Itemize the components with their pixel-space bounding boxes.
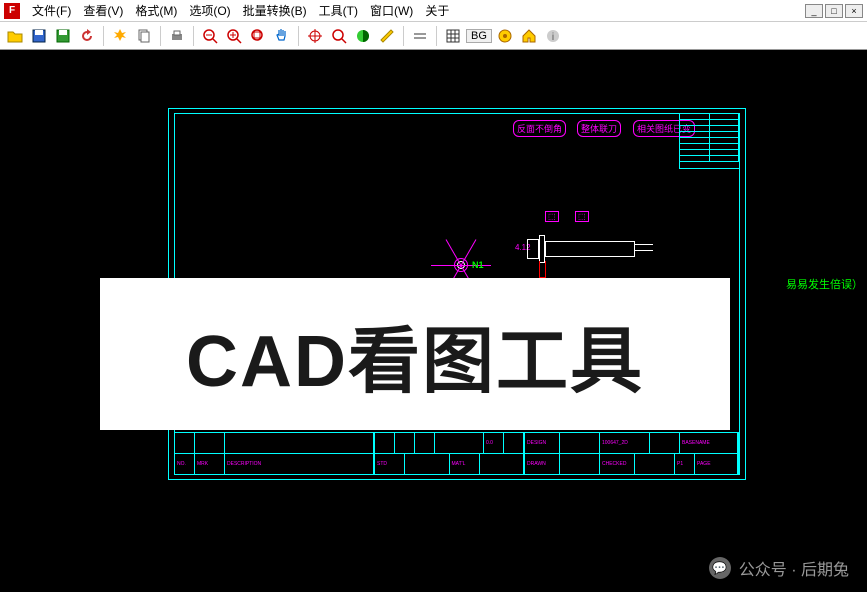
svg-text:i: i: [552, 32, 554, 43]
saveas-icon[interactable]: [52, 25, 74, 47]
region-icon[interactable]: [352, 25, 374, 47]
line-icon[interactable]: [409, 25, 431, 47]
menu-format[interactable]: 格式(M): [129, 2, 183, 19]
zoom-fit-icon[interactable]: [247, 25, 269, 47]
zoom-out-icon[interactable]: [199, 25, 221, 47]
n1-label: N1: [472, 260, 484, 270]
menu-about[interactable]: 关于: [419, 2, 455, 19]
note-box-2: 整体联刀: [577, 120, 621, 137]
app-icon: F: [4, 3, 20, 19]
drawing-canvas[interactable]: 反面不倒角 整体联刀 相关图纸已变: [0, 50, 867, 592]
layer-icon[interactable]: [494, 25, 516, 47]
overlay-banner: CAD看图工具: [100, 278, 730, 430]
explode-icon[interactable]: [109, 25, 131, 47]
menu-batch[interactable]: 批量转换(B): [237, 2, 313, 19]
minimize-button[interactable]: _: [805, 4, 823, 18]
save-icon[interactable]: [28, 25, 50, 47]
home-icon[interactable]: [518, 25, 540, 47]
maximize-button[interactable]: □: [825, 4, 843, 18]
watermark-text: 公众号 · 后期兔: [739, 556, 849, 580]
side-annotation: 易易发生倍误）: [786, 276, 863, 292]
open-icon[interactable]: [4, 25, 26, 47]
target-icon[interactable]: [304, 25, 326, 47]
pan-icon[interactable]: [271, 25, 293, 47]
zoom-in-icon[interactable]: [223, 25, 245, 47]
bg-toggle[interactable]: BG: [466, 29, 492, 43]
title-table: NO.MRKDESCRIPTION 0.0 STDMAT'L DESIGN 10…: [175, 432, 739, 474]
menu-options[interactable]: 选项(O): [183, 2, 236, 19]
refresh-icon[interactable]: [76, 25, 98, 47]
note-box-1: 反面不倒角: [513, 120, 566, 137]
watermark: 💬 公众号 · 后期兔: [709, 556, 849, 580]
measure-icon[interactable]: [376, 25, 398, 47]
grid-icon[interactable]: [442, 25, 464, 47]
menu-window[interactable]: 窗口(W): [364, 2, 419, 19]
banner-text: CAD看图工具: [186, 302, 644, 407]
wechat-icon: 💬: [709, 557, 731, 579]
close-button[interactable]: ×: [845, 4, 863, 18]
menu-file[interactable]: 文件(F): [26, 2, 77, 19]
menu-view[interactable]: 查看(V): [77, 2, 129, 19]
menu-tools[interactable]: 工具(T): [313, 2, 364, 19]
print-icon[interactable]: [166, 25, 188, 47]
zoom-window-icon[interactable]: [328, 25, 350, 47]
title-block: [679, 114, 739, 169]
copy-icon[interactable]: [133, 25, 155, 47]
menu-bar: F 文件(F) 查看(V) 格式(M) 选项(O) 批量转换(B) 工具(T) …: [0, 0, 867, 22]
info-icon[interactable]: i: [542, 25, 564, 47]
toolbar: BG i: [0, 22, 867, 50]
